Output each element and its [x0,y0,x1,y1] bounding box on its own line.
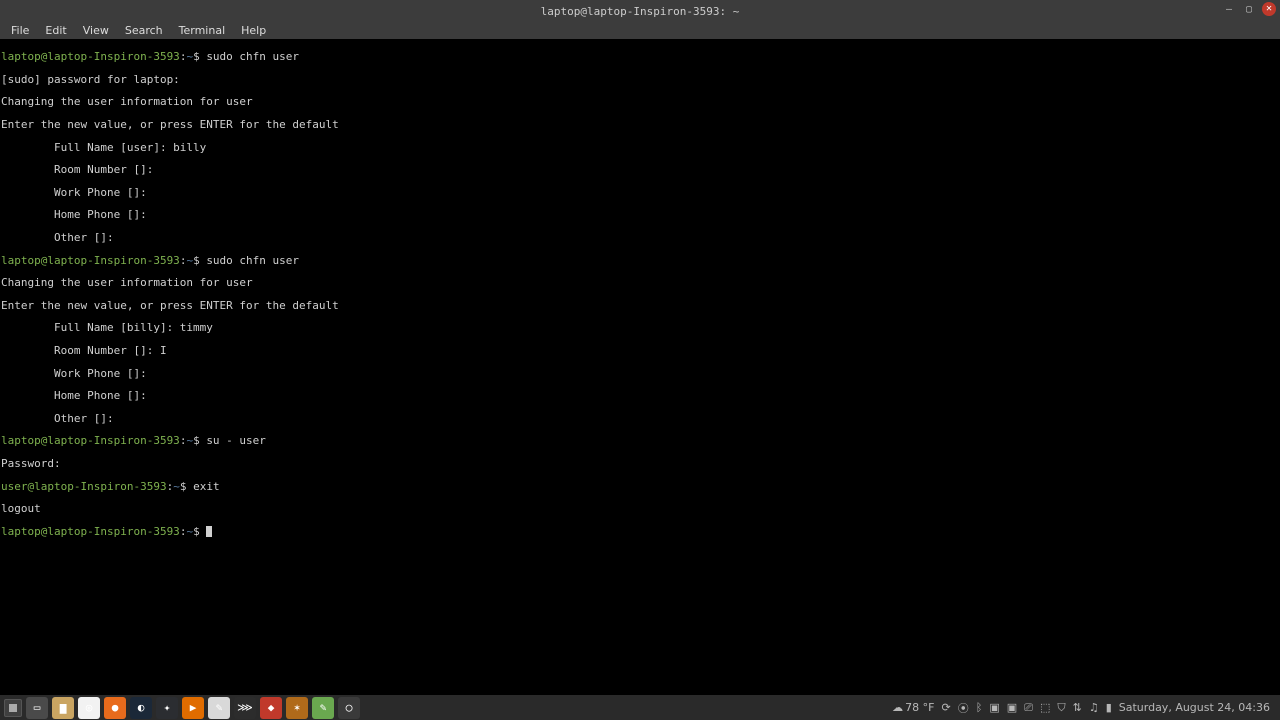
terminal-viewport[interactable]: laptop@laptop-Inspiron-3593:~$ sudo chfn… [0,39,1280,695]
window-close-button[interactable]: ✕ [1262,2,1276,16]
prompt-userhost: user@laptop-Inspiron-3593 [1,480,167,493]
terminal-line: Enter the new value, or press ENTER for … [1,119,1279,130]
terminal-line: Work Phone []: [1,368,1279,379]
taskbar-app-files[interactable]: ▆ [52,697,74,719]
terminal-line: laptop@laptop-Inspiron-3593:~$ su - user [1,435,1279,446]
sound-icon[interactable]: ♫ [1089,701,1099,714]
terminal-line: Work Phone []: [1,187,1279,198]
tray-icon[interactable]: ⎚ [1024,701,1033,715]
prompt-userhost: laptop@laptop-Inspiron-3593 [1,254,180,267]
cmd: su - user [206,434,266,447]
system-tray: ☁ 78 °F ⟳ ⦿ ᛒ ▣ ▣ ⎚ ⬚ ⛉ ⇅ ♫ ▮ Saturday, … [892,700,1276,716]
taskbar-app-chrome[interactable]: ◎ [78,697,100,719]
window-title: laptop@laptop-Inspiron-3593: ~ [541,5,740,18]
tray-icon[interactable]: ▣ [1007,701,1017,714]
window-maximize-button[interactable]: ▢ [1242,2,1256,16]
tray-icon[interactable]: ⬚ [1040,701,1050,714]
cmd: sudo chfn user [206,254,299,267]
terminal-line: Other []: [1,413,1279,424]
terminal-line: Changing the user information for user [1,96,1279,107]
taskbar-app-mint-menu[interactable]: ◯ [338,697,360,719]
taskbar-app-firefox[interactable]: ● [104,697,126,719]
menu-terminal[interactable]: Terminal [172,23,233,38]
terminal-line: Other []: [1,232,1279,243]
taskbar: ▭▆◎●◐✦▶✎⋙◆✶✎◯ ☁ 78 °F ⟳ ⦿ ᛒ ▣ ▣ ⎚ ⬚ ⛉ ⇅ … [0,695,1280,720]
window-titlebar: laptop@laptop-Inspiron-3593: ~ — ▢ ✕ [0,0,1280,22]
terminal-line: Home Phone []: [1,209,1279,220]
start-menu-button[interactable] [4,699,22,717]
taskbar-app-app-red[interactable]: ◆ [260,697,282,719]
terminal-line: logout [1,503,1279,514]
terminal-line: laptop@laptop-Inspiron-3593:~$ sudo chfn… [1,51,1279,62]
tray-icon[interactable]: ▣ [989,701,999,714]
refresh-icon[interactable]: ⟳ [941,701,950,714]
text-cursor-ibeam: I [160,345,167,356]
menu-edit[interactable]: Edit [38,23,73,38]
taskbar-app-show-desktop[interactable]: ▭ [26,697,48,719]
bluetooth-icon[interactable]: ᛒ [976,701,983,714]
taskbar-app-steam[interactable]: ◐ [130,697,152,719]
clock[interactable]: Saturday, August 24, 04:36 [1119,701,1270,714]
terminal-line: Home Phone []: [1,390,1279,401]
taskbar-app-media-player[interactable]: ▶ [182,697,204,719]
terminal-line: Enter the new value, or press ENTER for … [1,300,1279,311]
battery-icon[interactable]: ▮ [1106,701,1112,714]
taskbar-app-app-dark[interactable]: ⋙ [234,697,256,719]
menu-search[interactable]: Search [118,23,170,38]
terminal-menubar: File Edit View Search Terminal Help [0,22,1280,39]
terminal-line: user@laptop-Inspiron-3593:~$ exit [1,481,1279,492]
terminal-line: laptop@laptop-Inspiron-3593:~$ sudo chfn… [1,255,1279,266]
window-minimize-button[interactable]: — [1222,2,1236,16]
block-cursor [206,526,212,537]
terminal-line: Full Name [billy]: timmy [1,322,1279,333]
terminal-line: Room Number []: I [1,345,1279,356]
prompt-userhost: laptop@laptop-Inspiron-3593 [1,50,180,63]
taskbar-app-discord[interactable]: ✦ [156,697,178,719]
terminal-line: Changing the user information for user [1,277,1279,288]
updates-icon[interactable]: ⛉ [1057,701,1065,715]
taskbar-app-list: ▭▆◎●◐✦▶✎⋙◆✶✎◯ [26,697,360,719]
cmd: sudo chfn user [206,50,299,63]
prompt-userhost: laptop@laptop-Inspiron-3593 [1,434,180,447]
taskbar-app-gimp[interactable]: ✎ [208,697,230,719]
taskbar-app-app-orange[interactable]: ✶ [286,697,308,719]
record-icon[interactable]: ⦿ [958,700,969,716]
terminal-line: Room Number []: [1,164,1279,175]
terminal-line: laptop@laptop-Inspiron-3593:~$ [1,526,1279,537]
terminal-line: Password: [1,458,1279,469]
terminal-line: Full Name [user]: billy [1,142,1279,153]
network-icon[interactable]: ⇅ [1073,701,1082,714]
weather-indicator[interactable]: ☁ 78 °F [892,701,934,714]
menu-file[interactable]: File [4,23,36,38]
prompt-userhost: laptop@laptop-Inspiron-3593 [1,525,180,538]
menu-help[interactable]: Help [234,23,273,38]
cmd: exit [193,480,220,493]
menu-view[interactable]: View [76,23,116,38]
prompt-path: ~ [173,480,180,493]
taskbar-app-app-green[interactable]: ✎ [312,697,334,719]
terminal-line: [sudo] password for laptop: [1,74,1279,85]
